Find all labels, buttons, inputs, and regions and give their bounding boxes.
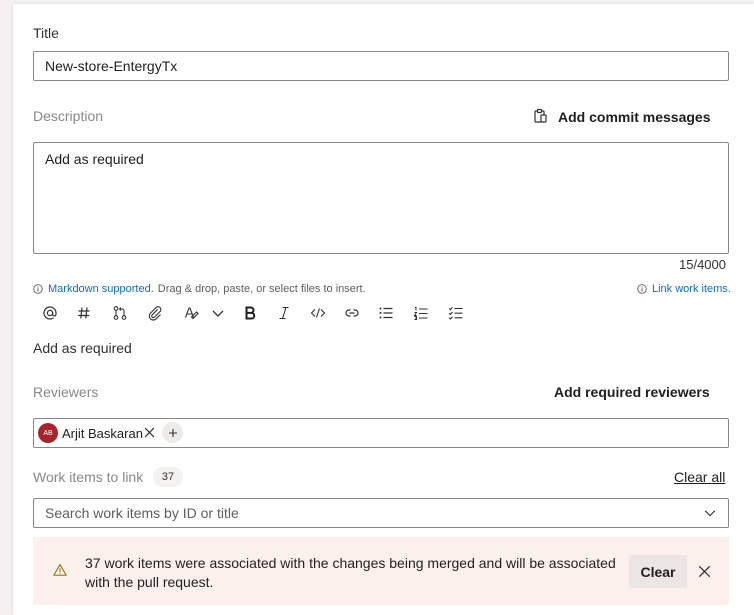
close-icon [144, 427, 155, 438]
code-icon[interactable] [306, 302, 330, 324]
markdown-hint: Markdown supported. Drag & drop, paste, … [33, 283, 366, 295]
numbered-list-icon[interactable] [409, 302, 433, 324]
description-label: Description [33, 108, 104, 124]
highlight-icon[interactable] [180, 302, 204, 324]
warning-icon [53, 563, 67, 582]
reviewer-chip-name: Arjit Baskaran [62, 426, 143, 441]
chevron-down-icon[interactable] [703, 506, 717, 520]
plus-icon [168, 428, 178, 438]
task-list-icon[interactable] [444, 302, 468, 324]
markdown-link[interactable]: Markdown supported. [48, 283, 154, 295]
char-count: 15/4000 [679, 257, 726, 272]
title-input[interactable]: New-store-EntergyTx [33, 51, 729, 81]
attach-icon[interactable] [143, 302, 167, 324]
add-reviewer-button[interactable] [162, 422, 183, 443]
reviewers-label: Reviewers [33, 384, 99, 400]
italic-icon[interactable] [272, 302, 296, 324]
clear-button[interactable]: Clear [629, 555, 687, 588]
add-required-reviewers-button[interactable]: Add required reviewers [554, 384, 710, 400]
work-items-count-badge: 37 [153, 467, 183, 487]
work-items-search-placeholder: Search work items by ID or title [45, 505, 239, 521]
mention-icon[interactable] [38, 302, 62, 324]
remove-reviewer-button[interactable] [142, 425, 156, 439]
info-icon [637, 284, 647, 294]
chevron-down-icon[interactable] [206, 302, 230, 324]
link-work-items-label: Link work items. [652, 283, 731, 295]
warning-message-line2: with the pull request. [85, 574, 214, 590]
warning-message: 37 work items were associated with the c… [85, 554, 620, 592]
description-value: Add as required [45, 151, 144, 167]
description-textarea[interactable]: Add as required [33, 142, 729, 254]
title-label: Title [33, 25, 59, 41]
work-items-search-input[interactable]: Search work items by ID or title [33, 498, 729, 528]
link-icon[interactable] [340, 302, 364, 324]
link-work-items[interactable]: Link work items. [637, 283, 731, 295]
warning-message-line1: 37 work items were associated with the c… [85, 555, 616, 571]
hashtag-icon[interactable] [72, 302, 96, 324]
clipboard-icon [532, 108, 550, 126]
dismiss-banner-button[interactable] [696, 563, 712, 579]
info-icon [33, 284, 43, 294]
description-preview: Add as required [33, 340, 132, 356]
pull-request-icon[interactable] [108, 302, 132, 324]
clear-all-link[interactable]: Clear all [674, 469, 725, 485]
add-commit-messages-button[interactable]: Add commit messages [532, 108, 711, 126]
bold-icon[interactable] [238, 302, 262, 324]
work-items-label: Work items to link [33, 469, 144, 485]
add-commit-messages-label: Add commit messages [558, 109, 711, 125]
bullet-list-icon[interactable] [374, 302, 398, 324]
title-value: New-store-EntergyTx [45, 58, 178, 74]
close-icon [698, 565, 711, 578]
markdown-hint-text: Drag & drop, paste, or select files to i… [157, 283, 366, 295]
avatar: AB [38, 423, 58, 443]
